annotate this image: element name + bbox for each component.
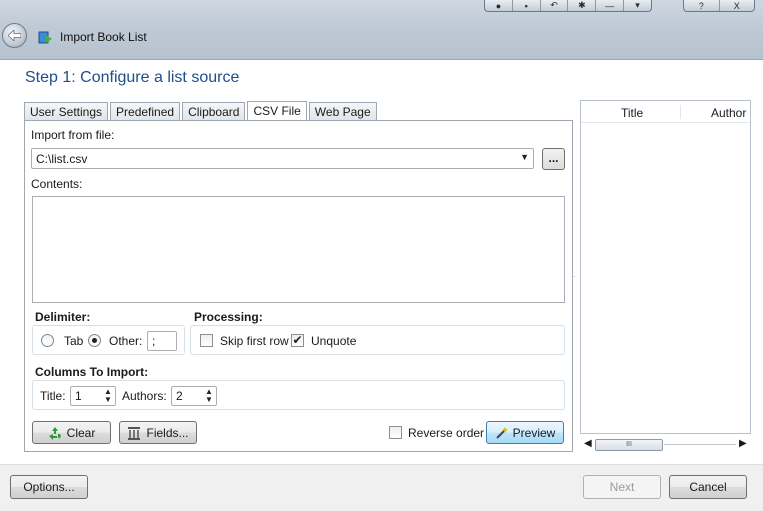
- page-title: Step 1: Configure a list source: [25, 69, 240, 86]
- authors-column-stepper[interactable]: 2 ▲ ▼: [171, 386, 217, 406]
- next-button[interactable]: Next: [583, 475, 661, 499]
- tab-user-settings[interactable]: User Settings: [24, 102, 109, 121]
- other-delimiter-input[interactable]: ;: [147, 331, 177, 351]
- processing-heading: Processing:: [194, 310, 263, 324]
- back-button[interactable]: [2, 23, 27, 48]
- magic-wand-icon: [495, 426, 508, 439]
- source-tabs: User Settings Predefined Clipboard CSV F…: [24, 101, 379, 122]
- import-from-file-label: Import from file:: [31, 128, 115, 142]
- column-header-author[interactable]: Author: [711, 106, 746, 120]
- scroll-track[interactable]: [664, 444, 736, 445]
- tab-delimiter-radio[interactable]: [41, 334, 54, 347]
- tab-delimiter-label[interactable]: Tab: [64, 334, 83, 348]
- columns-heading: Columns To Import:: [35, 365, 149, 379]
- window-controls: ? X: [683, 0, 755, 12]
- chevron-down-icon[interactable]: ▼: [520, 152, 529, 162]
- horizontal-scrollbar[interactable]: ◀ III ▶: [582, 437, 750, 454]
- tab-clipboard[interactable]: Clipboard: [182, 102, 246, 121]
- file-path-value: C:\list.csv: [36, 152, 88, 166]
- unquote-label[interactable]: Unquote: [311, 334, 356, 348]
- cancel-button[interactable]: Cancel: [669, 475, 747, 499]
- unquote-checkbox[interactable]: ✔: [291, 334, 304, 347]
- tab-predefined[interactable]: Predefined: [110, 102, 181, 121]
- fields-button-label: Fields...: [146, 425, 189, 440]
- file-path-combobox[interactable]: C:\list.csv ▼: [31, 148, 534, 169]
- scroll-right-icon[interactable]: ▶: [739, 438, 747, 449]
- help-button[interactable]: ?: [684, 0, 720, 11]
- column-divider[interactable]: [680, 105, 681, 119]
- column-header-title[interactable]: Title: [621, 106, 643, 120]
- spin-arrows-icon[interactable]: ▲ ▼: [104, 388, 113, 404]
- authors-column-value: 2: [176, 389, 183, 403]
- delimiter-heading: Delimiter:: [35, 310, 91, 324]
- settings-icon[interactable]: ✱: [568, 0, 597, 11]
- dropdown-icon[interactable]: ▾: [624, 0, 651, 11]
- pin-icon[interactable]: ●: [485, 0, 513, 11]
- skip-first-row-checkbox[interactable]: [200, 334, 213, 347]
- title-column-label: Title:: [40, 389, 66, 403]
- contents-label: Contents:: [31, 177, 83, 191]
- title-column-value: 1: [75, 389, 82, 403]
- preview-list[interactable]: Title Author: [580, 100, 751, 434]
- close-button[interactable]: X: [720, 0, 755, 11]
- skip-first-row-label[interactable]: Skip first row: [220, 334, 289, 348]
- contents-textarea[interactable]: [32, 196, 565, 303]
- preview-button-label: Preview: [512, 425, 556, 440]
- list-header: Title Author: [581, 101, 750, 123]
- spin-arrows-icon[interactable]: ▲ ▼: [205, 388, 214, 404]
- scroll-left-icon[interactable]: ◀: [584, 438, 592, 449]
- undo-icon[interactable]: ↶: [541, 0, 569, 11]
- tab-csv-file[interactable]: CSV File: [247, 101, 307, 122]
- scroll-thumb[interactable]: III: [595, 439, 663, 451]
- window-toolbar: ● ▪ ↶ ✱ — ▾: [484, 0, 652, 12]
- document-icon[interactable]: ▪: [513, 0, 541, 11]
- other-delimiter-radio[interactable]: [88, 334, 101, 347]
- other-delimiter-label[interactable]: Other:: [109, 334, 142, 348]
- back-arrow-icon: [8, 30, 21, 41]
- reverse-order-label[interactable]: Reverse order: [408, 426, 484, 440]
- splitter-grip-icon[interactable]: ·: [573, 272, 578, 281]
- browse-button[interactable]: ...: [542, 148, 565, 170]
- clear-button[interactable]: Clear: [32, 421, 111, 444]
- title-column-stepper[interactable]: 1 ▲ ▼: [70, 386, 116, 406]
- book-import-icon: [37, 29, 53, 45]
- tab-web-page[interactable]: Web Page: [308, 102, 377, 121]
- recycle-icon: [48, 426, 61, 440]
- authors-column-label: Authors:: [122, 389, 167, 403]
- minimize-bar-icon[interactable]: —: [596, 0, 625, 11]
- columns-icon: [128, 426, 141, 440]
- preview-button[interactable]: Preview: [486, 421, 564, 444]
- window-title: Import Book List: [60, 30, 147, 44]
- options-button[interactable]: Options...: [10, 475, 88, 499]
- fields-button[interactable]: Fields...: [119, 421, 197, 444]
- clear-button-label: Clear: [66, 425, 96, 440]
- reverse-order-checkbox[interactable]: [389, 426, 402, 439]
